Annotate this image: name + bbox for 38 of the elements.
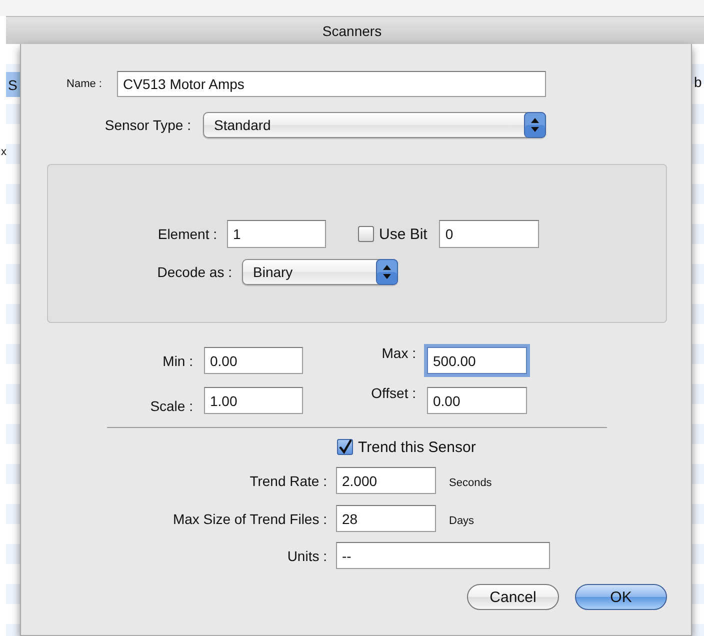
tab-label: b	[694, 74, 702, 90]
popup-button[interactable]: Binary	[242, 259, 398, 285]
text-field[interactable]: --	[336, 542, 550, 569]
unit-label: Seconds	[449, 476, 492, 488]
text-field[interactable]: CV513 Motor Amps	[117, 71, 546, 97]
text-field[interactable]: 0.00	[204, 347, 303, 374]
checkbox-label[interactable]: Use Bit	[379, 226, 428, 242]
text-field[interactable]: 0.00	[427, 387, 527, 414]
field-label: Max :	[380, 345, 416, 361]
cancel-button[interactable]: Cancel	[467, 584, 559, 610]
popup-button[interactable]: Standard	[203, 112, 546, 138]
unit-label: Days	[449, 514, 474, 526]
text-field[interactable]: 1.00	[204, 387, 303, 414]
tab[interactable]: S	[6, 72, 20, 97]
field-label: Decode as :	[156, 264, 232, 280]
up-down-arrows-icon	[376, 259, 398, 285]
text-field[interactable]: 2.000	[336, 467, 436, 494]
checkbox-label[interactable]: Trend this Sensor	[358, 438, 476, 456]
field-label: Max Size of Trend Files :	[172, 510, 327, 526]
window-title: Scanners	[322, 23, 382, 39]
field-label: Scale :	[149, 398, 193, 414]
checkbox[interactable]	[337, 439, 353, 455]
up-down-arrows-icon	[524, 112, 546, 138]
text-field[interactable]: 0	[439, 220, 540, 248]
field-label: Trend Rate :	[248, 472, 327, 488]
ok-button[interactable]: OK	[575, 584, 667, 610]
field-label: Min :	[162, 352, 193, 368]
field-label: Sensor Type :	[104, 117, 191, 133]
field-label: Element :	[156, 226, 217, 242]
field-label: Units :	[286, 548, 327, 564]
text-field[interactable]: 1	[227, 220, 326, 248]
checkmark-icon	[338, 439, 352, 455]
checkbox[interactable]	[358, 226, 374, 242]
text-field[interactable]: 500.00	[427, 347, 527, 374]
text-field[interactable]: 28	[336, 505, 436, 532]
field-label: Offset :	[370, 385, 416, 401]
field-label: Name :	[66, 78, 102, 90]
row-text: x	[1, 146, 6, 158]
